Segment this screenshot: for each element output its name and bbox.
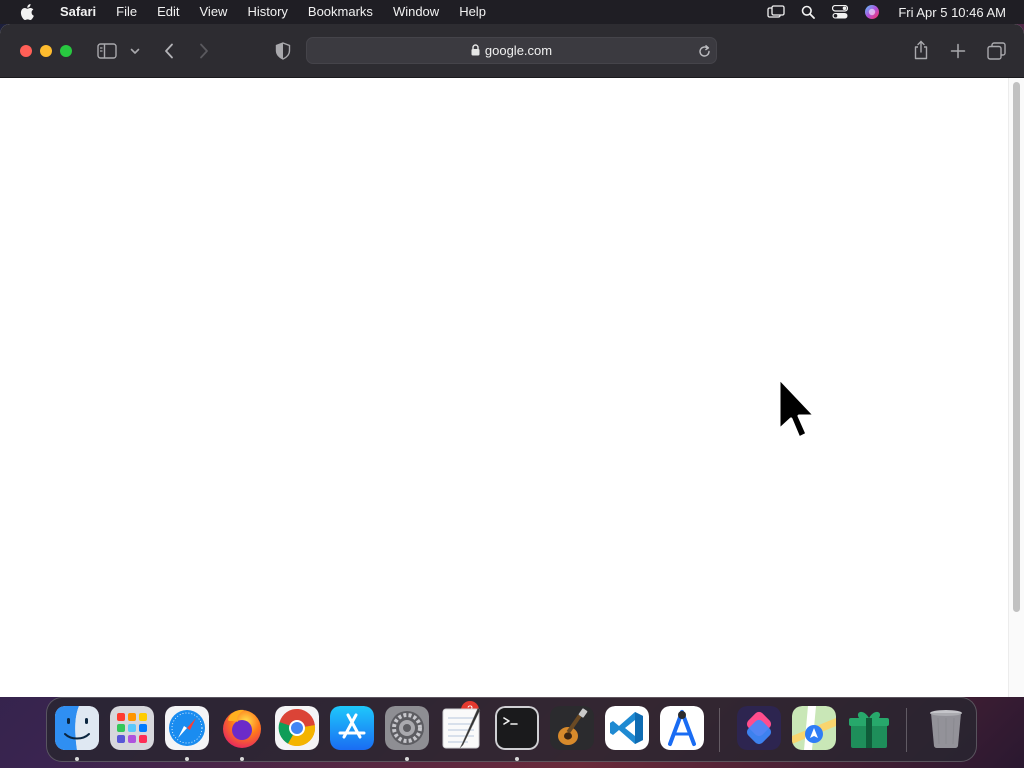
finder-icon[interactable] [55,706,99,750]
chevron-down-icon[interactable] [128,44,142,58]
spotlight-search-icon[interactable] [799,3,817,21]
menu-window[interactable]: Window [383,0,449,24]
minimize-window-button[interactable] [40,45,52,57]
menu-clock[interactable]: Fri Apr 5 10:46 AM [888,5,1024,20]
forward-icon[interactable] [195,41,213,61]
menu-app-safari[interactable]: Safari [50,0,106,24]
menu-edit[interactable]: Edit [147,0,189,24]
gift-icon[interactable] [847,706,891,750]
chrome-icon[interactable] [275,706,319,750]
vscode-icon[interactable] [605,706,649,750]
dock-separator [906,708,907,752]
browser-toolbar: google.com [0,24,1024,78]
status-area: Fri Apr 5 10:46 AM [760,0,1024,24]
reload-icon[interactable] [696,43,712,59]
privacy-shield-icon[interactable] [273,40,293,62]
share-icon[interactable] [911,38,931,62]
running-indicator [240,757,244,761]
launchpad-icon[interactable] [110,706,154,750]
menu-file[interactable]: File [106,0,147,24]
address-bar[interactable]: google.com [306,37,717,64]
trash-icon[interactable] [924,706,968,750]
web-content-area[interactable] [0,78,1024,697]
back-icon[interactable] [160,41,178,61]
dock: 2 [46,697,977,762]
tab-overview-icon[interactable] [985,40,1007,62]
control-center-icon[interactable] [831,3,849,21]
shortcuts-icon[interactable] [737,706,781,750]
address-url-text: google.com [484,43,553,58]
screen-mirroring-icon[interactable] [767,3,785,21]
apple-menu-icon[interactable] [19,4,35,20]
scrollbar-thumb[interactable] [1013,82,1020,612]
address-url-display[interactable]: google.com [307,38,716,63]
textedit-icon[interactable] [440,706,484,750]
maps-icon[interactable] [792,706,836,750]
running-indicator [405,757,409,761]
system-settings-icon[interactable] [385,706,429,750]
running-indicator [185,757,189,761]
close-window-button[interactable] [20,45,32,57]
menu-bookmarks[interactable]: Bookmarks [298,0,383,24]
sidebar-icon[interactable] [96,41,118,61]
terminal-icon[interactable] [495,706,539,750]
new-tab-icon[interactable] [948,41,968,61]
lock-icon [471,39,480,64]
garageband-icon[interactable] [550,706,594,750]
zoom-window-button[interactable] [60,45,72,57]
safari-icon[interactable] [165,706,209,750]
siri-icon[interactable] [863,3,881,21]
menu-history[interactable]: History [237,0,297,24]
menu-bar: Safari File Edit View History Bookmarks … [0,0,1024,24]
running-indicator [75,757,79,761]
mouse-pointer-icon [774,374,822,454]
safari-window: google.com [0,24,1024,697]
running-indicator [515,757,519,761]
app-store-icon[interactable] [330,706,374,750]
firefox-icon[interactable] [220,706,264,750]
menu-view[interactable]: View [190,0,238,24]
instruments-icon[interactable] [660,706,704,750]
menu-help[interactable]: Help [449,0,496,24]
vertical-scrollbar[interactable] [1008,78,1024,697]
dock-separator [719,708,720,752]
